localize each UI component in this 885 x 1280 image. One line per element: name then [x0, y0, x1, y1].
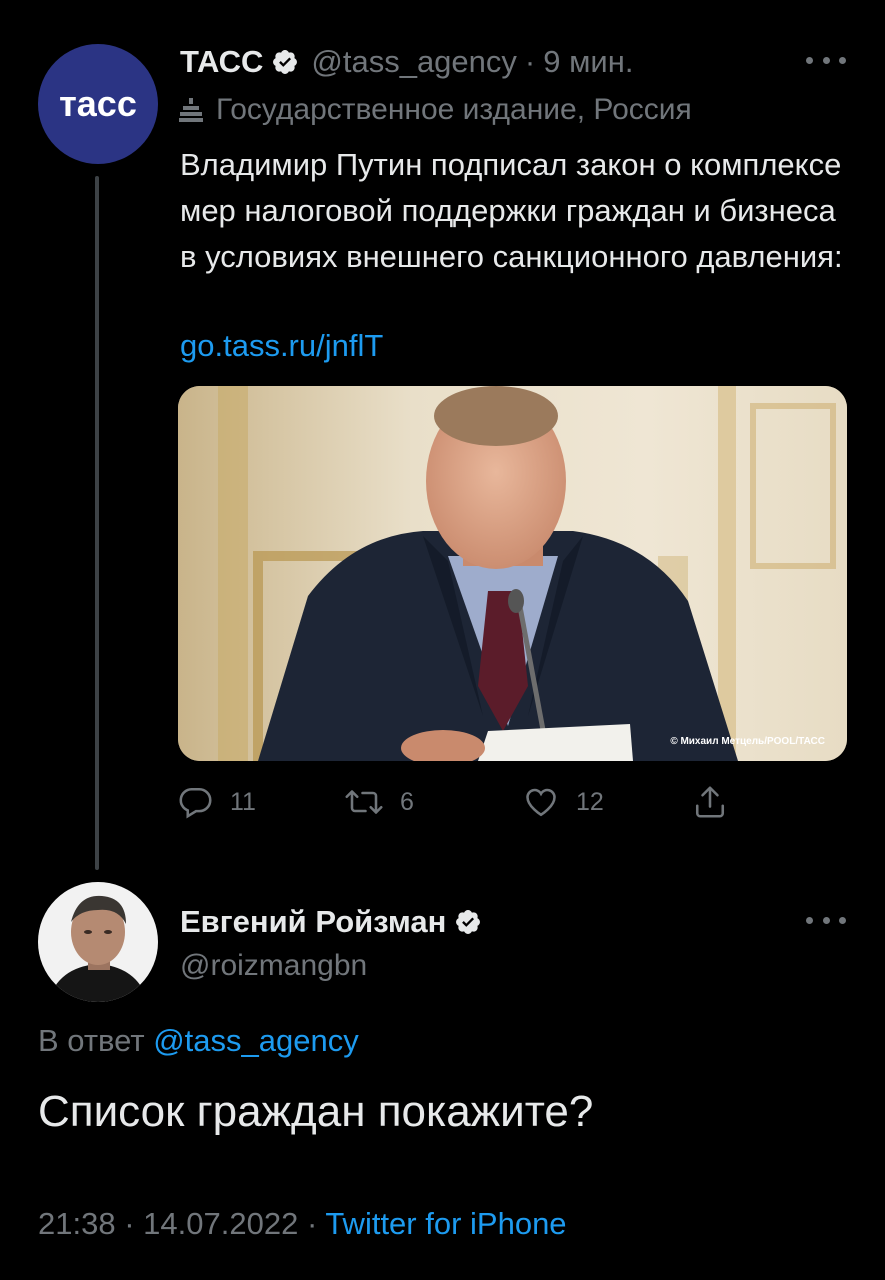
like-button[interactable]: 12: [522, 778, 604, 826]
like-count: 12: [576, 787, 604, 816]
government-building-icon: [179, 98, 203, 122]
reply-date: 14.07.2022: [143, 1206, 299, 1241]
reply-icon: [179, 787, 212, 819]
reply-prefix: В ответ: [38, 1023, 145, 1058]
parent-tweet-time[interactable]: 9 мин.: [543, 44, 633, 80]
like-icon: [526, 788, 556, 817]
reply-metadata: 21:38 · 14.07.2022 · Twitter for iPhone: [38, 1202, 567, 1246]
retweet-button[interactable]: 6: [344, 778, 414, 826]
roizman-avatar-photo: [38, 882, 158, 1002]
reply-context: В ответ @tass_agency: [38, 1020, 359, 1062]
separator-dot: ·: [306, 1206, 318, 1241]
retweet-count: 6: [400, 787, 414, 816]
more-icon[interactable]: [806, 914, 846, 926]
reply-source-link[interactable]: Twitter for iPhone: [325, 1206, 566, 1241]
tweet-photo[interactable]: © Михаил Метцель/POOL/ТАСС: [178, 386, 847, 761]
share-icon: [695, 786, 725, 818]
government-label-text: Государственное издание, Россия: [216, 93, 692, 126]
tass-avatar-text: тасс: [59, 83, 137, 124]
reply-author-name[interactable]: Евгений Ройзман: [180, 904, 446, 940]
roizman-avatar[interactable]: [38, 882, 158, 1002]
parent-tweet-link[interactable]: go.tass.ru/jnflT: [180, 326, 383, 366]
parent-author-handle[interactable]: @tass_agency: [311, 44, 517, 80]
reply-button[interactable]: 11: [178, 778, 256, 826]
retweet-icon: [345, 790, 383, 814]
photo-illustration: [178, 386, 847, 761]
parent-tweet-text: Владимир Путин подписал закон о комплекс…: [180, 147, 843, 274]
reply-count: 11: [230, 787, 256, 816]
more-icon[interactable]: [806, 54, 846, 66]
reply-tweet-text: Список граждан покажите?: [38, 1087, 594, 1136]
parent-tweet-actions: 11 6 12: [178, 778, 778, 826]
parent-tweet-header: ТАСС @tass_agency · 9 мин.: [180, 40, 633, 84]
reply-time: 21:38: [38, 1206, 116, 1241]
reply-author-handle[interactable]: @roizmangbn: [180, 944, 367, 988]
tass-avatar[interactable]: тасс: [38, 44, 158, 164]
separator-dot: ·: [524, 44, 536, 79]
separator-dot: ·: [124, 1206, 135, 1241]
photo-credit: © Михаил Метцель/POOL/ТАСС: [670, 736, 825, 747]
verified-badge-icon: [456, 910, 481, 934]
verified-badge-icon: [273, 50, 298, 74]
reply-author-row: Евгений Ройзман: [180, 900, 494, 944]
share-button[interactable]: [692, 778, 744, 826]
parent-author-name[interactable]: ТАСС: [180, 44, 263, 80]
government-label[interactable]: Государственное издание, Россия: [178, 90, 692, 130]
reply-mention-link[interactable]: @tass_agency: [153, 1023, 359, 1058]
thread-connector-line: [95, 176, 99, 870]
